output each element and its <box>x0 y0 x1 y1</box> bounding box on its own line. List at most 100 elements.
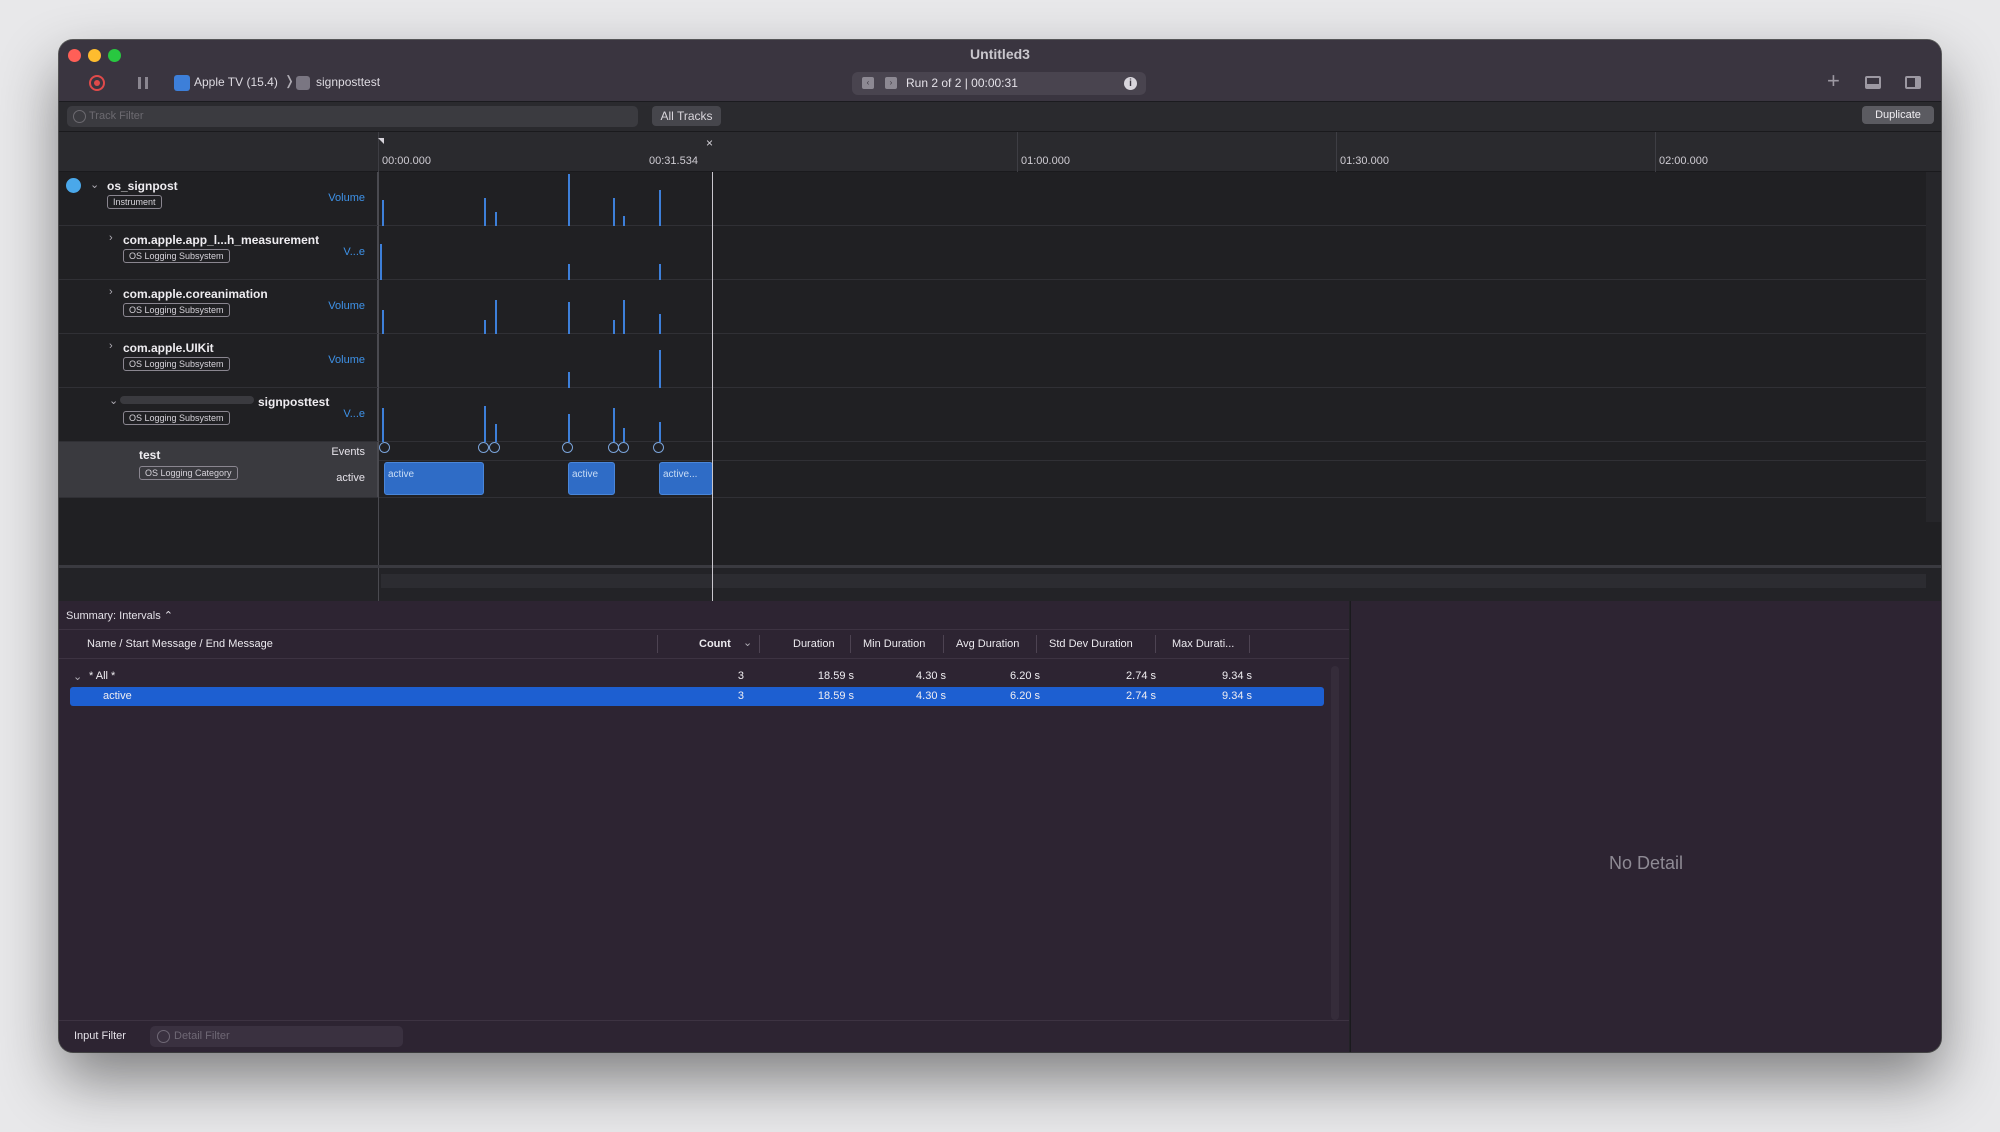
row-avg-duration: 6.20 s <box>1010 670 1040 682</box>
redacted-prefix <box>120 396 254 404</box>
track-badge: OS Logging Category <box>139 466 238 480</box>
track-row-signposttest[interactable]: ⌄ signposttest OS Logging Subsystem V...… <box>59 388 1926 442</box>
duplicate-button[interactable]: Duplicate <box>1862 106 1934 124</box>
column-header-name[interactable]: Name / Start Message / End Message <box>87 638 273 650</box>
row-std-dev-duration: 2.74 s <box>1126 670 1156 682</box>
track-filter-input[interactable]: Track Filter <box>67 106 638 127</box>
column-header-count[interactable]: Count <box>699 638 731 650</box>
add-instrument-button[interactable]: + <box>1827 68 1840 94</box>
signpost-spike <box>613 198 615 226</box>
signpost-spike <box>623 428 625 442</box>
event-marker[interactable] <box>562 442 573 453</box>
column-divider[interactable] <box>1036 635 1037 653</box>
toggle-inspector-icon[interactable] <box>1905 76 1921 89</box>
detail-area: Summary: Intervals ⌃ Name / Start Messag… <box>59 601 1349 1052</box>
signpost-spike <box>623 300 625 334</box>
track-header: test OS Logging Category Events active <box>59 442 378 497</box>
event-marker[interactable] <box>618 442 629 453</box>
time-ruler[interactable]: 00:00.000 00:31.534 01:00.000 01:30.000 … <box>59 132 1941 172</box>
track-header: ⌄ os_signpost Instrument Volume <box>59 172 378 225</box>
target-app-selector[interactable]: signposttest <box>316 75 380 89</box>
range-start-icon[interactable] <box>378 138 384 144</box>
column-header-min-duration[interactable]: Min Duration <box>863 638 925 650</box>
interval-bar[interactable]: active <box>384 462 484 495</box>
active-lane-label: active <box>336 472 365 484</box>
row-max-duration: 9.34 s <box>1222 690 1252 702</box>
close-icon[interactable]: × <box>706 136 713 150</box>
extended-detail-panel: No Detail <box>1350 601 1941 1052</box>
table-row[interactable]: ⌄ * All * 3 18.59 s 4.30 s 6.20 s 2.74 s… <box>70 667 1324 686</box>
chevron-down-icon[interactable]: ⌄ <box>109 394 118 407</box>
track-badge: OS Logging Subsystem <box>123 357 230 371</box>
column-divider[interactable] <box>657 635 658 653</box>
signpost-spike <box>495 212 497 226</box>
lane-divider <box>379 460 1926 461</box>
input-filter-label: Input Filter <box>74 1030 126 1042</box>
pause-button[interactable] <box>138 77 148 89</box>
track-badge: Instrument <box>107 195 162 209</box>
row-std-dev-duration: 2.74 s <box>1126 690 1156 702</box>
chevron-right-icon[interactable]: › <box>109 286 113 298</box>
track-mode-selector[interactable]: V...e <box>343 246 365 258</box>
interval-bar[interactable]: active <box>568 462 615 495</box>
track-mode-selector[interactable]: Volume <box>328 192 365 204</box>
device-selector[interactable]: Apple TV (15.4) <box>194 75 278 89</box>
column-header-std-dev-duration[interactable]: Std Dev Duration <box>1049 638 1133 650</box>
sort-descending-icon: ⌄ <box>743 637 753 649</box>
all-tracks-button[interactable]: All Tracks <box>652 106 721 126</box>
track-mode-selector[interactable]: Volume <box>328 300 365 312</box>
track-row-app-launch[interactable]: › com.apple.app_l...h_measurement OS Log… <box>59 226 1926 280</box>
row-name: active <box>103 690 132 702</box>
row-min-duration: 4.30 s <box>916 690 946 702</box>
chevron-down-icon[interactable]: ⌄ <box>73 670 82 683</box>
chevron-right-icon[interactable]: › <box>109 340 113 352</box>
signpost-spike <box>568 264 570 280</box>
track-row-os-signpost[interactable]: ⌄ os_signpost Instrument Volume <box>59 172 1926 226</box>
ruler-tick <box>1336 132 1337 172</box>
chevron-right-icon[interactable]: › <box>109 232 113 244</box>
signpost-spike <box>495 424 497 442</box>
record-button[interactable] <box>89 75 105 91</box>
summary-selector[interactable]: Summary: Intervals ⌃ <box>66 609 173 622</box>
track-mode-selector[interactable]: V...e <box>343 408 365 420</box>
track-header: › com.apple.UIKit OS Logging Subsystem V… <box>59 334 378 387</box>
info-icon[interactable]: i <box>1124 77 1137 90</box>
column-divider[interactable] <box>943 635 944 653</box>
track-row-uikit[interactable]: › com.apple.UIKit OS Logging Subsystem V… <box>59 334 1926 388</box>
signpost-spike <box>659 264 661 280</box>
table-row-selected[interactable]: active 3 18.59 s 4.30 s 6.20 s 2.74 s 9.… <box>70 687 1324 706</box>
detail-filter-input[interactable]: Detail Filter <box>150 1026 403 1047</box>
toggle-detail-area-icon[interactable] <box>1865 76 1881 89</box>
event-marker[interactable] <box>489 442 500 453</box>
row-avg-duration: 6.20 s <box>1010 690 1040 702</box>
overview-strip[interactable] <box>59 565 1941 601</box>
run-label: Run 2 of 2 | 00:00:31 <box>906 76 1018 90</box>
table-header: Name / Start Message / End Message Count… <box>59 630 1349 659</box>
signpost-spike <box>623 216 625 226</box>
event-marker[interactable] <box>653 442 664 453</box>
column-divider[interactable] <box>850 635 851 653</box>
track-row-test[interactable]: test OS Logging Category Events active a… <box>59 442 1926 498</box>
row-max-duration: 9.34 s <box>1222 670 1252 682</box>
signpost-spike <box>568 372 570 388</box>
track-badge: OS Logging Subsystem <box>123 303 230 317</box>
column-header-max-duration[interactable]: Max Durati... <box>1172 638 1234 650</box>
track-row-coreanimation[interactable]: › com.apple.coreanimation OS Logging Sub… <box>59 280 1926 334</box>
next-run-button[interactable]: › <box>885 77 897 89</box>
event-marker[interactable] <box>478 442 489 453</box>
table-scrollbar[interactable] <box>1331 666 1339 1020</box>
chevron-down-icon[interactable]: ⌄ <box>90 178 99 191</box>
column-header-avg-duration[interactable]: Avg Duration <box>956 638 1019 650</box>
track-scrollbar[interactable] <box>1926 172 1941 522</box>
column-header-duration[interactable]: Duration <box>793 638 835 650</box>
ruler-tick-label: 02:00.000 <box>1659 155 1708 167</box>
track-mode-selector[interactable]: Volume <box>328 354 365 366</box>
overview-bar <box>381 574 1926 588</box>
previous-run-button[interactable]: ‹ <box>862 77 874 89</box>
column-divider[interactable] <box>1249 635 1250 653</box>
event-marker[interactable] <box>379 442 390 453</box>
column-divider[interactable] <box>759 635 760 653</box>
column-divider[interactable] <box>1155 635 1156 653</box>
playhead[interactable] <box>712 172 713 601</box>
interval-bar[interactable]: active... <box>659 462 713 495</box>
